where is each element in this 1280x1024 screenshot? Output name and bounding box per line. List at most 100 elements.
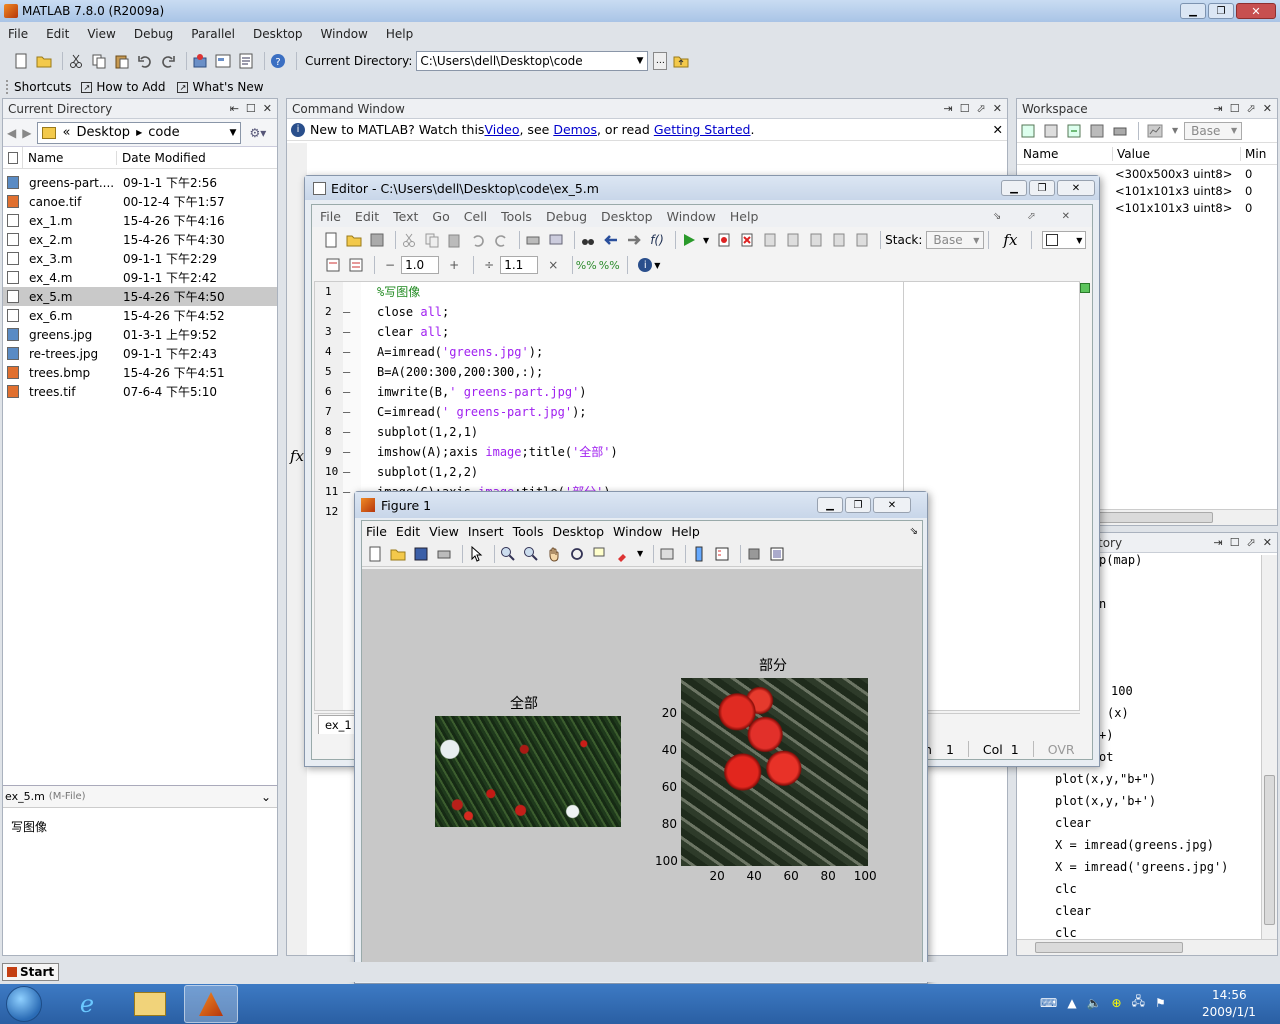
- workspace-stack-select[interactable]: Base ▼: [1184, 121, 1243, 140]
- undo-icon[interactable]: [469, 231, 487, 249]
- open-folder-icon[interactable]: [35, 52, 53, 70]
- print-icon[interactable]: [524, 231, 542, 249]
- show-tools-icon[interactable]: [768, 545, 786, 563]
- run-icon[interactable]: [680, 231, 698, 249]
- layout-select[interactable]: ▼: [1042, 231, 1087, 249]
- menu-window[interactable]: Window: [321, 27, 368, 41]
- history-item[interactable]: clear: [1055, 816, 1091, 830]
- history-item[interactable]: (x): [1107, 706, 1129, 720]
- close-button[interactable]: ✕: [1236, 3, 1276, 19]
- history-item[interactable]: p(map): [1099, 553, 1142, 567]
- maximize-icon[interactable]: ☐: [246, 102, 256, 115]
- back-icon[interactable]: ◀: [7, 126, 16, 140]
- find-icon[interactable]: [579, 231, 597, 249]
- close-icon[interactable]: ✕: [993, 122, 1003, 137]
- breadcrumb[interactable]: « Desktop ▶ code ▼: [37, 121, 242, 144]
- gear-icon[interactable]: ⚙▾: [249, 126, 266, 140]
- history-item[interactable]: n: [1099, 597, 1106, 611]
- horizontal-scrollbar[interactable]: [1017, 939, 1277, 955]
- file-row[interactable]: greens-part.... 09-1-1 下午2:56: [3, 173, 277, 192]
- open-variable-icon[interactable]: [1042, 122, 1060, 140]
- add-icon[interactable]: ⊕: [1112, 996, 1122, 1010]
- new-file-icon[interactable]: [12, 52, 30, 70]
- back-arrow-icon[interactable]: [602, 231, 620, 249]
- copy-icon[interactable]: [90, 52, 108, 70]
- forward-arrow-icon[interactable]: [625, 231, 643, 249]
- pan-icon[interactable]: [545, 545, 563, 563]
- open-folder-icon[interactable]: [389, 545, 407, 563]
- breakpoint-marker[interactable]: –: [343, 362, 361, 382]
- chevron-down-icon[interactable]: ▼: [1172, 126, 1178, 135]
- file-row[interactable]: canoe.tif 00-12-4 下午1:57: [3, 192, 277, 211]
- figure-menu-window[interactable]: Window: [613, 524, 662, 539]
- copy-icon[interactable]: [423, 231, 441, 249]
- exit-debug-icon[interactable]: [853, 231, 871, 249]
- multiply-button[interactable]: ×: [548, 258, 558, 272]
- breakpoint-marker[interactable]: –: [343, 422, 361, 442]
- min-column-header[interactable]: Min: [1241, 147, 1266, 161]
- whats-new-link[interactable]: What's New: [192, 80, 263, 94]
- keyboard-icon[interactable]: ⌨: [1040, 996, 1057, 1010]
- comment-icon[interactable]: [547, 231, 565, 249]
- new-figure-icon[interactable]: [366, 545, 384, 563]
- file-row[interactable]: ex_1.m 15-4-26 下午4:16: [3, 211, 277, 230]
- menu-desktop[interactable]: Desktop: [253, 27, 303, 41]
- file-row[interactable]: trees.bmp 15-4-26 下午4:51: [3, 363, 277, 382]
- maximize-icon[interactable]: ☐: [1230, 536, 1240, 549]
- chevron-down-icon[interactable]: ▼: [636, 56, 643, 66]
- figure-menu-tools[interactable]: Tools: [513, 524, 544, 539]
- name-column-header[interactable]: Name: [23, 150, 117, 165]
- fx-prompt-icon[interactable]: fx: [290, 447, 304, 465]
- chevron-down-icon[interactable]: ▼: [637, 549, 643, 558]
- fx-icon[interactable]: fx: [1003, 231, 1017, 249]
- step-in-icon[interactable]: [784, 231, 802, 249]
- close-icon[interactable]: ✕: [1263, 102, 1272, 115]
- increment-button[interactable]: +: [449, 258, 459, 272]
- undock-icon[interactable]: ⇥: [943, 102, 952, 115]
- breadcrumb-code[interactable]: code: [148, 125, 179, 140]
- code-analyzer-indicator[interactable]: [1080, 283, 1090, 293]
- undo-icon[interactable]: [136, 52, 154, 70]
- zoom-out-icon[interactable]: [522, 545, 540, 563]
- undock-icon[interactable]: ⇥: [1213, 102, 1222, 115]
- set-breakpoint-icon[interactable]: [715, 231, 733, 249]
- file-row[interactable]: re-trees.jpg 09-1-1 下午2:43: [3, 344, 277, 363]
- guide-icon[interactable]: [214, 52, 232, 70]
- editor-menu-edit[interactable]: Edit: [355, 209, 379, 224]
- minimize-icon[interactable]: ⬀: [1247, 102, 1256, 115]
- file-row[interactable]: ex_2.m 15-4-26 下午4:30: [3, 230, 277, 249]
- file-row[interactable]: trees.tif 07-6-4 下午5:10: [3, 382, 277, 401]
- hide-tools-icon[interactable]: [745, 545, 763, 563]
- menu-debug[interactable]: Debug: [134, 27, 173, 41]
- minimize-button[interactable]: ▁: [1001, 180, 1027, 196]
- undock-icon[interactable]: ⇤: [230, 102, 239, 115]
- dock-icon[interactable]: ⇘: [910, 526, 918, 537]
- legend-icon[interactable]: [713, 545, 731, 563]
- chevron-down-icon[interactable]: ⌄: [261, 790, 271, 804]
- history-item[interactable]: clear: [1055, 904, 1091, 918]
- pointer-icon[interactable]: [467, 545, 485, 563]
- windows-start-orb[interactable]: [6, 986, 42, 1022]
- breakpoint-marker[interactable]: –: [343, 382, 361, 402]
- figure-menu-desktop[interactable]: Desktop: [552, 524, 604, 539]
- cell-value-input[interactable]: 1.1: [500, 256, 539, 274]
- editor-menu-debug[interactable]: Debug: [546, 209, 587, 224]
- cell-eval-advance-icon[interactable]: [347, 256, 365, 274]
- open-folder-icon[interactable]: [345, 231, 363, 249]
- history-item[interactable]: 100: [1111, 684, 1133, 698]
- browse-button[interactable]: …: [653, 52, 668, 70]
- minimize-icon[interactable]: ⬀: [1027, 211, 1035, 222]
- menu-view[interactable]: View: [87, 27, 115, 41]
- breakpoint-marker[interactable]: –: [343, 322, 361, 342]
- figure-menu-file[interactable]: File: [366, 524, 387, 539]
- date-column-header[interactable]: Date Modified: [117, 151, 206, 165]
- breakpoint-marker[interactable]: –: [343, 442, 361, 462]
- flag-icon[interactable]: ⚑: [1155, 996, 1166, 1010]
- vertical-scrollbar[interactable]: [1261, 555, 1277, 941]
- menu-file[interactable]: File: [8, 27, 28, 41]
- close-icon[interactable]: ✕: [1263, 536, 1272, 549]
- undock-icon[interactable]: ⇘: [993, 211, 1001, 222]
- print-icon[interactable]: [1111, 122, 1129, 140]
- file-row[interactable]: ex_6.m 15-4-26 下午4:52: [3, 306, 277, 325]
- editor-menu-file[interactable]: File: [320, 209, 341, 224]
